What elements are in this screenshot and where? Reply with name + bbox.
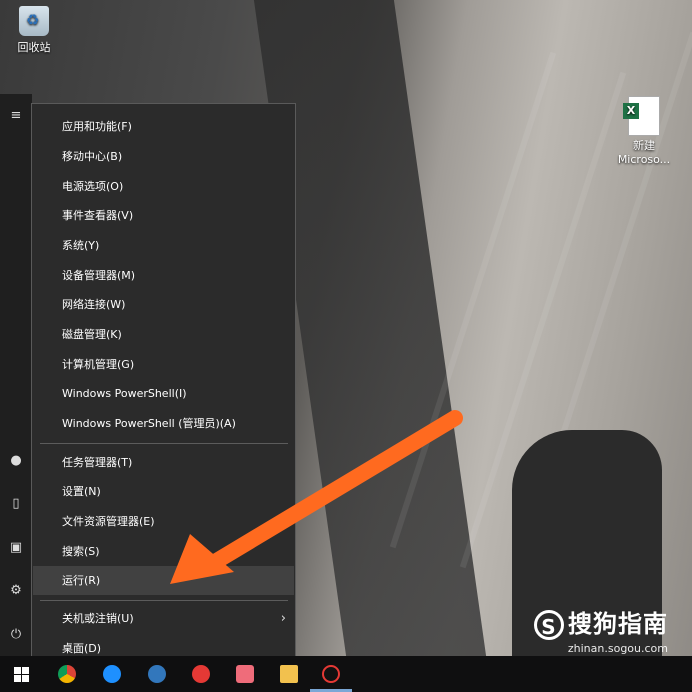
orange-arrow-annotation — [170, 410, 463, 584]
windows-logo-icon — [14, 667, 29, 682]
taskbar — [0, 656, 692, 692]
watermark-brand: S 搜狗指南 — [534, 604, 668, 640]
edge-icon[interactable] — [148, 665, 166, 683]
ie-icon[interactable] — [103, 665, 121, 683]
qq-icon[interactable] — [192, 665, 210, 683]
watermark-url: zhinan.sogou.com — [567, 642, 668, 655]
sogou-watermark: S 搜狗指南 zhinan.sogou.com — [534, 604, 668, 655]
gift-icon[interactable] — [236, 665, 254, 683]
qq-penguin-icon[interactable] — [322, 665, 340, 683]
arrow-shaft — [207, 410, 463, 570]
start-button[interactable] — [0, 656, 44, 692]
chrome-icon[interactable] — [58, 665, 76, 683]
sogou-logo-icon: S — [534, 610, 564, 640]
explorer-icon[interactable] — [280, 665, 298, 683]
